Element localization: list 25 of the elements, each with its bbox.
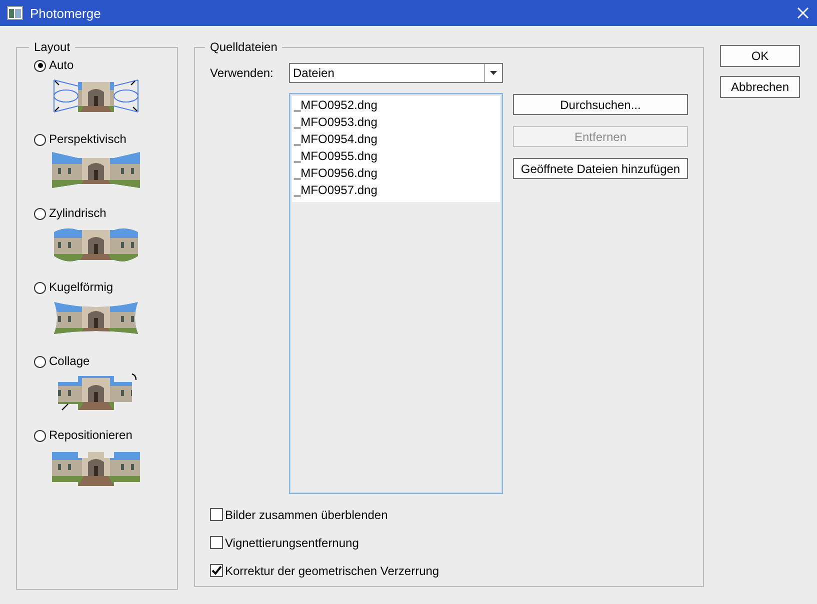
file-item[interactable]: _MFO0954.dng xyxy=(294,131,498,148)
file-item[interactable]: _MFO0956.dng xyxy=(294,165,498,182)
group-title: Layout xyxy=(29,40,76,55)
checkbox-label[interactable]: Korrektur der geometrischen Verzerrung xyxy=(225,564,440,578)
radio-label[interactable]: Repositionieren xyxy=(49,428,132,443)
dialog-button[interactable]: OK xyxy=(720,45,800,67)
group-title: Quelldateien xyxy=(205,40,282,55)
dialog-button[interactable]: Abbrechen xyxy=(720,76,800,98)
checkbox-label[interactable]: Vignettierungsentfernung xyxy=(225,536,359,550)
radio-label[interactable]: Perspektivisch xyxy=(49,132,126,147)
dropdown[interactable]: Dateien xyxy=(289,63,503,83)
radio-label[interactable]: Collage xyxy=(49,354,90,369)
file-item[interactable]: _MFO0953.dng xyxy=(294,114,498,131)
file-item[interactable]: _MFO0952.dng xyxy=(294,97,498,114)
checkbox-label[interactable]: Bilder zusammen überblenden xyxy=(225,508,388,522)
radio-label[interactable]: Zylindrisch xyxy=(49,206,106,221)
file-item[interactable]: _MFO0955.dng xyxy=(294,148,498,165)
radio-label[interactable]: Kugelförmig xyxy=(49,280,114,295)
window-title: Photomerge xyxy=(30,6,102,20)
action-button[interactable]: Geöffnete Dateien hinzufügen xyxy=(513,158,688,179)
file-item[interactable]: _MFO0957.dng xyxy=(294,182,498,199)
action-button[interactable]: Durchsuchen... xyxy=(513,94,688,115)
field-label: Verwenden: xyxy=(210,66,274,80)
file-list[interactable]: _MFO0952.dng _MFO0953.dng _MFO0954.dng _MFO0955.dng _MFO0956.dng _MFO0957.dng xyxy=(289,93,503,494)
radio-label[interactable]: Auto xyxy=(49,58,74,73)
